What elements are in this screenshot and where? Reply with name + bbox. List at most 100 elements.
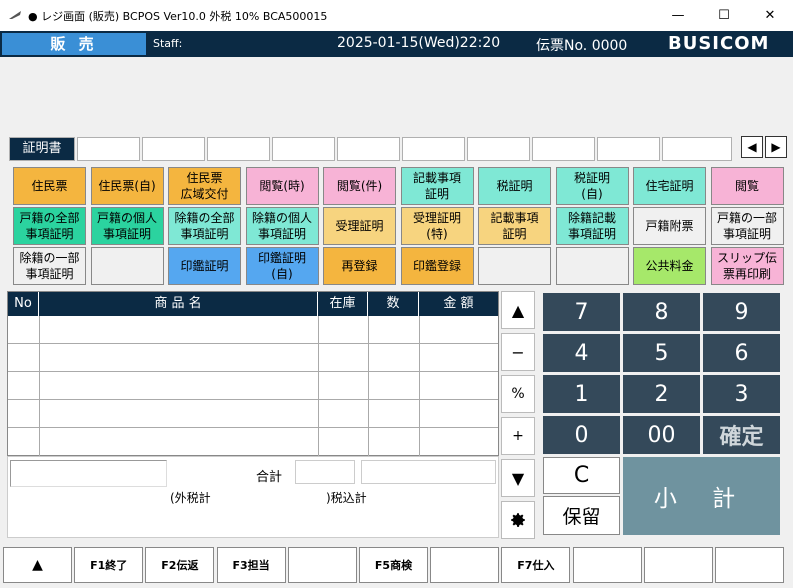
subtotal-button[interactable]: 小 計 <box>623 457 780 535</box>
fn-button-housing-cert[interactable]: 住宅証明 <box>633 167 706 205</box>
clear-button[interactable]: C <box>543 457 620 494</box>
fkey-f2-return[interactable]: F2伝返 <box>145 547 215 583</box>
maximize-button[interactable]: ☐ <box>701 0 747 31</box>
fn-button-family-person-cert[interactable]: 戸籍の個人 事項証明 <box>90 207 164 245</box>
tab-certificate[interactable]: 証明書 <box>9 137 75 161</box>
percent-button[interactable]: % <box>501 375 535 413</box>
tab-empty[interactable] <box>272 137 335 161</box>
key-7[interactable]: 7 <box>543 293 620 331</box>
fkey-f1-exit[interactable]: F1終了 <box>74 547 144 583</box>
fn-button-resident-card[interactable]: 住民票 <box>13 167 86 205</box>
confirm-button[interactable]: 確定 <box>703 416 780 454</box>
fn-button-tax-cert-self[interactable]: 税証明 (自) <box>555 167 629 205</box>
key-00[interactable]: 00 <box>623 416 700 454</box>
header-bar: 販 売 Staff: 2025-01-15(Wed)22:20 伝票No. 00… <box>0 31 793 57</box>
key-6[interactable]: 6 <box>703 334 780 372</box>
minimize-button[interactable]: — <box>655 0 701 31</box>
col-no: No <box>8 292 39 316</box>
total-qty-field <box>295 460 355 484</box>
table-row[interactable] <box>8 372 498 400</box>
total-amount-field <box>361 460 496 484</box>
fkey-f5-search[interactable]: F5商検 <box>359 547 428 583</box>
fn-button-empty[interactable] <box>90 247 164 285</box>
key-9[interactable]: 9 <box>703 293 780 331</box>
tab-empty[interactable] <box>77 137 140 161</box>
fkey-empty[interactable] <box>572 547 642 583</box>
key-0[interactable]: 0 <box>543 416 620 454</box>
table-row[interactable] <box>8 344 498 372</box>
key-3[interactable]: 3 <box>703 375 780 413</box>
totals-panel: 合計 (外税計 )税込計 <box>7 456 499 538</box>
fn-button-acceptance-cert[interactable]: 受理証明 <box>323 207 396 245</box>
fn-button-view-count[interactable]: 閲覧(件) <box>323 167 396 205</box>
fn-button-removed-part-cert[interactable]: 除籍の一部 事項証明 <box>13 247 86 285</box>
tab-empty[interactable] <box>207 137 270 161</box>
tab-empty[interactable] <box>337 137 400 161</box>
mode-label: 販 売 <box>2 33 146 55</box>
scroll-up-button[interactable]: ▲ <box>501 291 535 329</box>
fn-button-removed-person-cert[interactable]: 除籍の個人 事項証明 <box>245 207 319 245</box>
total-label: 合計 <box>256 470 283 485</box>
close-button[interactable]: ✕ <box>747 0 793 31</box>
tab-empty[interactable] <box>467 137 530 161</box>
key-8[interactable]: 8 <box>623 293 700 331</box>
fkey-empty[interactable] <box>287 547 357 583</box>
fn-button-family-all-cert[interactable]: 戸籍の全部 事項証明 <box>13 207 86 245</box>
datetime: 2025-01-15(Wed)22:20 <box>337 35 501 51</box>
fn-button-resident-card-self[interactable]: 住民票(自) <box>90 167 164 205</box>
fn-button-seal-cert[interactable]: 印鑑証明 <box>168 247 241 285</box>
fn-button-slip-reprint[interactable]: スリップ伝 票再印刷 <box>710 247 784 285</box>
fn-button-record-cert[interactable]: 記載事項 証明 <box>400 167 474 205</box>
scroll-down-button[interactable]: ▼ <box>501 459 535 497</box>
hold-button[interactable]: 保留 <box>543 496 620 535</box>
settings-button[interactable] <box>501 501 535 539</box>
fn-button-view-time[interactable]: 閲覧(時) <box>245 167 319 205</box>
fn-button-utility-fee[interactable]: 公共料金 <box>633 247 706 285</box>
fn-button-empty[interactable] <box>478 247 551 285</box>
tab-empty[interactable] <box>662 137 732 161</box>
fkey-empty[interactable] <box>643 547 713 583</box>
fn-button-seal-cert-self[interactable]: 印鑑証明 (自) <box>245 247 319 285</box>
table-row[interactable] <box>8 316 498 344</box>
fn-button-view[interactable]: 閲覧 <box>710 167 784 205</box>
barcode-input[interactable] <box>10 460 167 487</box>
col-item-name: 商 品 名 <box>39 292 318 316</box>
staff-label: Staff: <box>153 37 183 50</box>
tab-empty[interactable] <box>142 137 205 161</box>
key-4[interactable]: 4 <box>543 334 620 372</box>
fn-button-resident-card-wide[interactable]: 住民票 広域交付 <box>168 167 241 205</box>
fkey-empty[interactable] <box>715 547 784 583</box>
tab-empty[interactable] <box>402 137 465 161</box>
divider <box>419 316 420 456</box>
table-header: No 商 品 名 在庫 数 金 額 <box>8 292 498 316</box>
tab-left-arrow[interactable]: ◀ <box>741 136 763 158</box>
fkey-f7-purchase[interactable]: F7仕入 <box>501 547 571 583</box>
fn-button-seal-register[interactable]: 印鑑登録 <box>400 247 474 285</box>
tab-right-arrow[interactable]: ▶ <box>765 136 787 158</box>
key-5[interactable]: 5 <box>623 334 700 372</box>
fkey-empty[interactable] <box>430 547 500 583</box>
plus-button[interactable]: + <box>501 417 535 455</box>
table-row[interactable] <box>8 400 498 428</box>
key-2[interactable]: 2 <box>623 375 700 413</box>
tax-excl-label: (外税計 <box>170 491 211 505</box>
tab-empty[interactable] <box>597 137 660 161</box>
fn-button-removed-all-cert[interactable]: 除籍の全部 事項証明 <box>168 207 241 245</box>
fn-button-empty[interactable] <box>555 247 629 285</box>
minus-button[interactable]: − <box>501 333 535 371</box>
fn-button-tax-cert[interactable]: 税証明 <box>478 167 551 205</box>
fkey-f3-staff[interactable]: F3担当 <box>216 547 286 583</box>
divider <box>39 316 40 456</box>
table-row[interactable] <box>8 428 498 456</box>
slip-number: 伝票No. 0000 <box>536 38 628 54</box>
fn-button-family-attach[interactable]: 戸籍附票 <box>633 207 706 245</box>
fn-button-reregister[interactable]: 再登録 <box>323 247 396 285</box>
fn-button-removed-record-cert[interactable]: 除籍記載 事項証明 <box>555 207 629 245</box>
key-1[interactable]: 1 <box>543 375 620 413</box>
fn-button-acceptance-cert-special[interactable]: 受理証明 (特) <box>400 207 474 245</box>
tab-empty[interactable] <box>532 137 595 161</box>
fn-button-record-cert-2[interactable]: 記載事項 証明 <box>478 207 551 245</box>
item-table: No 商 品 名 在庫 数 金 額 <box>7 291 499 456</box>
fn-button-family-part-cert[interactable]: 戸籍の一部 事項証明 <box>710 207 784 245</box>
fkey-scroll-up[interactable]: ▲ <box>3 547 72 583</box>
